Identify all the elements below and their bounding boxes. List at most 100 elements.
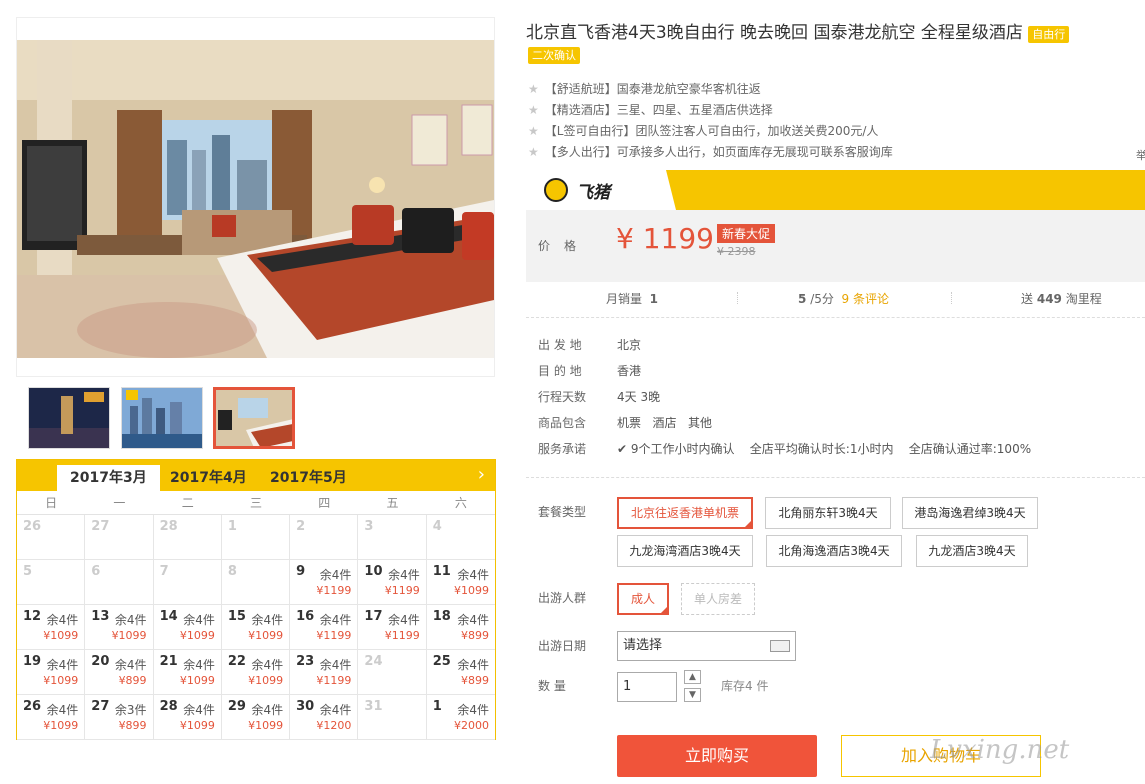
- calendar-day-cell[interactable]: 20 余4件 ¥899: [85, 650, 154, 695]
- calendar-day-cell[interactable]: 12 余4件 ¥1099: [17, 605, 86, 650]
- package-option-4[interactable]: 九龙海湾酒店3晚4天: [617, 535, 753, 567]
- day-price: ¥1199: [384, 629, 420, 642]
- calendar-day-cell: 26: [17, 515, 86, 560]
- day-price: ¥1099: [43, 629, 79, 642]
- thumbnail-1[interactable]: [28, 387, 110, 449]
- reviews-link[interactable]: 9 条评论: [842, 292, 889, 306]
- package-option-3[interactable]: 港岛海逸君绰3晚4天: [902, 497, 1038, 529]
- package-option-6[interactable]: 九龙酒店3晚4天: [916, 535, 1028, 567]
- product-title: 北京直飞香港4天3晚自由行 晚去晚回 国泰港龙航空 全程星级酒店 自由行: [526, 18, 1070, 43]
- day-number: 4: [432, 519, 442, 534]
- day-stock: 余4件: [183, 658, 215, 672]
- star-icon: ★: [528, 145, 539, 159]
- increment-icon[interactable]: ▲: [684, 670, 701, 684]
- feature-3: ★ 【L签可自由行】团队签注客人可自由行，加收送关费200元/人: [528, 124, 879, 138]
- star-icon: ★: [528, 103, 539, 117]
- depart-value: 北京: [617, 338, 642, 352]
- calendar-day-cell[interactable]: 17 余4件 ¥1199: [358, 605, 427, 650]
- day-number: 7: [159, 564, 169, 579]
- traveler-adult[interactable]: 成人: [617, 583, 669, 615]
- calendar-tab-month-1[interactable]: 2017年3月: [57, 465, 160, 491]
- rating: 5 /5分 9 条评论: [798, 292, 889, 306]
- calendar-day-cell[interactable]: 29 余4件 ¥1099: [221, 695, 291, 740]
- calendar-day-cell[interactable]: 22 余4件 ¥1099: [221, 650, 291, 695]
- calendar-day-cell[interactable]: 30 余4件 ¥1200: [290, 695, 359, 740]
- tag-free-travel: 自由行: [1028, 26, 1070, 43]
- date-input[interactable]: 请选择: [617, 631, 796, 661]
- calendar-day-cell[interactable]: 15 余4件 ¥1099: [221, 605, 291, 650]
- thumbnail-3-selected[interactable]: [213, 387, 295, 449]
- day-number: 8: [227, 564, 237, 579]
- calendar-day-cell: 24: [358, 650, 427, 695]
- quantity-input[interactable]: 1: [617, 672, 677, 702]
- calendar-day-cell[interactable]: 26 余4件 ¥1099: [17, 695, 86, 740]
- chevron-right-icon[interactable]: ›: [478, 464, 485, 485]
- day-price: ¥2000: [453, 719, 489, 732]
- calendar-tab-month-3[interactable]: 2017年5月: [257, 465, 360, 491]
- day-number: 23: [296, 654, 315, 669]
- day-number: 1: [227, 519, 237, 534]
- calendar-day-cell[interactable]: 23 余4件 ¥1199: [290, 650, 359, 695]
- calendar-day-cell[interactable]: 1 余4件 ¥2000: [426, 695, 495, 740]
- calendar-day-cell[interactable]: 13 余4件 ¥1099: [85, 605, 154, 650]
- day-number: 19: [23, 654, 42, 669]
- day-stock: 余4件: [319, 613, 352, 627]
- calendar-day-cell[interactable]: 11 余4件 ¥1099: [426, 560, 495, 605]
- includes-value: 机票 酒店 其他: [617, 416, 712, 430]
- day-number: 21: [159, 654, 178, 669]
- calendar-icon[interactable]: [770, 640, 790, 652]
- package-label: 套餐类型: [538, 505, 587, 519]
- calendar-day-cell[interactable]: 9 余4件 ¥1199: [290, 560, 359, 605]
- price-calendar: 2017年3月 2017年4月 2017年5月 › 日一二三四五六 26 27 28…: [16, 459, 496, 740]
- calendar-day-cell[interactable]: 14 余4件 ¥1099: [153, 605, 222, 650]
- day-price: ¥1099: [179, 629, 215, 642]
- day-number: 11: [432, 564, 451, 579]
- package-option-1[interactable]: 北京往返香港单机票: [617, 497, 753, 529]
- weekday-label: 五: [386, 496, 399, 510]
- day-price: ¥1099: [248, 629, 284, 642]
- thumbnail-2[interactable]: [121, 387, 203, 449]
- watermark: Lvxing.net: [930, 735, 1070, 765]
- depart-label: 出 发 地: [538, 338, 582, 352]
- calendar-day-cell: 28: [153, 515, 222, 560]
- calendar-day-cell: 7: [153, 560, 222, 605]
- day-stock: 余4件: [457, 703, 489, 717]
- fliggy-logo-icon: [544, 178, 568, 202]
- tag-confirm: 二次确认: [528, 47, 580, 64]
- weekday-label: 日: [45, 496, 58, 510]
- day-number: 10: [364, 564, 383, 579]
- day-stock: 余4件: [114, 613, 147, 627]
- package-option-5[interactable]: 北角海逸酒店3晚4天: [766, 535, 902, 567]
- day-number: 12: [23, 609, 42, 624]
- buy-now-button[interactable]: 立即购买: [617, 735, 817, 777]
- day-number: 13: [91, 609, 110, 624]
- day-number: 29: [227, 699, 246, 714]
- package-option-2[interactable]: 北角丽东轩3晚4天: [765, 497, 891, 529]
- calendar-day-cell[interactable]: 18 余4件 ¥899: [426, 605, 495, 650]
- day-number: 25: [432, 654, 451, 669]
- calendar-day-cell: 4: [426, 515, 495, 560]
- day-number: 18: [432, 609, 451, 624]
- day-price: ¥899: [118, 719, 147, 732]
- day-number: 6: [91, 564, 101, 579]
- calendar-day-cell[interactable]: 16 余4件 ¥1199: [290, 605, 359, 650]
- service-label: 服务承诺: [538, 442, 587, 456]
- day-stock: 余4件: [388, 613, 420, 627]
- day-price: ¥899: [460, 674, 489, 687]
- promo-badge: 新春大促: [717, 224, 776, 243]
- calendar-day-cell[interactable]: 25 余4件 ¥899: [426, 650, 495, 695]
- calendar-day-cell[interactable]: 21 余4件 ¥1099: [153, 650, 222, 695]
- date-label: 出游日期: [538, 639, 587, 653]
- decrement-icon[interactable]: ▼: [684, 688, 701, 702]
- calendar-day-cell[interactable]: 28 余4件 ¥1099: [153, 695, 222, 740]
- day-price: ¥1199: [316, 674, 352, 687]
- calendar-day-cell[interactable]: 19 余4件 ¥1099: [17, 650, 86, 695]
- calendar-day-cell[interactable]: 27 余3件 ¥899: [85, 695, 154, 740]
- calendar-day-cell[interactable]: 10 余4件 ¥1199: [358, 560, 427, 605]
- day-stock: 余4件: [457, 568, 489, 582]
- divider: [526, 317, 1145, 318]
- calendar-tab-month-2[interactable]: 2017年4月: [157, 465, 260, 491]
- main-product-image: [17, 40, 494, 358]
- day-number: 1: [432, 699, 442, 714]
- traveler-single-room[interactable]: 单人房差: [681, 583, 755, 615]
